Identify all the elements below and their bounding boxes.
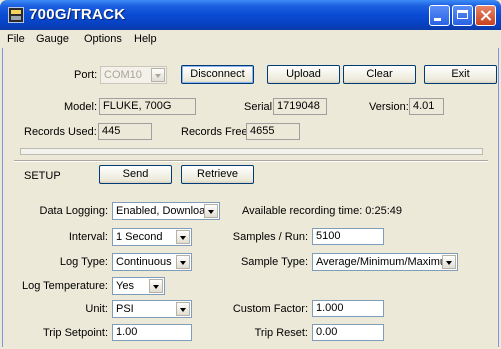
- disconnect-button[interactable]: Disconnect: [181, 65, 254, 84]
- upload-button[interactable]: Upload: [267, 65, 340, 84]
- data-logging-select[interactable]: Enabled, Download: [112, 202, 220, 220]
- minimize-button[interactable]: [429, 5, 450, 26]
- trip-setpoint-input[interactable]: 1.00: [112, 324, 192, 341]
- sample-type-select[interactable]: Average/Minimum/Maximum: [312, 253, 458, 271]
- window-title: 700G/TRACK: [29, 6, 126, 23]
- close-button[interactable]: [475, 5, 496, 26]
- exit-button[interactable]: Exit: [424, 65, 497, 84]
- maximize-button[interactable]: [452, 5, 473, 26]
- interval-select[interactable]: 1 Second: [112, 228, 192, 246]
- menu-help[interactable]: Help: [134, 33, 157, 45]
- data-logging-label: Data Logging:: [39, 205, 109, 217]
- log-temperature-value: Yes: [116, 280, 134, 292]
- samples-input[interactable]: 5100: [312, 228, 384, 245]
- serial-field: 1719048: [273, 98, 327, 115]
- separator: [14, 160, 488, 162]
- records-used-label: Records Used:: [24, 126, 97, 138]
- port-label: Port:: [74, 69, 98, 81]
- data-logging-value: Enabled, Download: [116, 205, 212, 217]
- clear-button[interactable]: Clear: [343, 65, 416, 84]
- model-field: FLUKE, 700G: [99, 98, 196, 115]
- interval-value: 1 Second: [116, 231, 163, 243]
- log-type-select[interactable]: Continuous: [112, 253, 192, 271]
- log-type-value: Continuous: [116, 256, 172, 268]
- samples-label: Samples / Run:: [232, 231, 308, 243]
- version-field: 4.01: [409, 98, 444, 115]
- available-time-text: Available recording time: 0:25:49: [242, 205, 403, 217]
- trip-reset-label: Trip Reset:: [254, 327, 308, 339]
- chevron-down-icon: [151, 68, 165, 82]
- chevron-down-icon: [149, 279, 163, 293]
- trip-setpoint-label: Trip Setpoint:: [42, 327, 108, 339]
- unit-value: PSI: [116, 303, 134, 315]
- app-window: 700G/TRACK File Gauge Options Help Port:…: [0, 0, 501, 349]
- records-used-field: 445: [98, 123, 152, 140]
- chevron-down-icon: [176, 230, 190, 244]
- model-label: Model:: [64, 101, 98, 113]
- sample-type-value: Average/Minimum/Maximum: [316, 256, 456, 268]
- trip-reset-input[interactable]: 0.00: [312, 324, 384, 341]
- log-temperature-label: Log Temperature:: [21, 280, 108, 292]
- menu-bar: File Gauge Options Help: [0, 30, 501, 48]
- setup-label: SETUP: [24, 170, 61, 182]
- records-free-field: 4655: [246, 123, 300, 140]
- menu-options[interactable]: Options: [84, 33, 122, 45]
- chevron-down-icon: [204, 204, 218, 218]
- unit-select[interactable]: PSI: [112, 300, 192, 318]
- chevron-down-icon: [176, 255, 190, 269]
- sample-type-label: Sample Type:: [240, 256, 308, 268]
- serial-label: Serial:: [244, 101, 276, 113]
- chevron-down-icon: [442, 255, 456, 269]
- menu-gauge[interactable]: Gauge: [36, 33, 69, 45]
- retrieve-button[interactable]: Retrieve: [181, 165, 254, 184]
- title-bar[interactable]: 700G/TRACK: [0, 0, 501, 30]
- progress-bar: [20, 148, 483, 155]
- custom-factor-label: Custom Factor:: [232, 303, 308, 315]
- port-value: COM10: [104, 69, 142, 81]
- send-button[interactable]: Send: [99, 165, 172, 184]
- records-free-label: Records Free:: [181, 126, 251, 138]
- unit-label: Unit:: [85, 303, 108, 315]
- log-type-label: Log Type:: [59, 256, 108, 268]
- custom-factor-input[interactable]: 1.000: [312, 300, 384, 317]
- menu-file[interactable]: File: [7, 33, 25, 45]
- chevron-down-icon: [176, 302, 190, 316]
- version-label: Version:: [369, 101, 409, 113]
- interval-label: Interval:: [68, 231, 108, 243]
- port-select: COM10: [100, 66, 167, 84]
- log-temperature-select[interactable]: Yes: [112, 277, 165, 295]
- app-icon: [8, 7, 24, 23]
